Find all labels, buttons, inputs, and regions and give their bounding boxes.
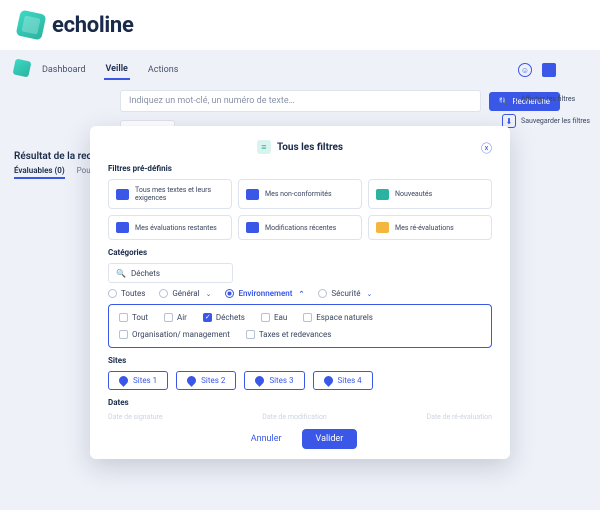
date-reeval: Date de ré-évaluation: [426, 413, 492, 421]
cat-securite[interactable]: Sécurité⌄: [318, 289, 372, 298]
validate-button[interactable]: Valider: [302, 429, 358, 449]
nav-veille[interactable]: Veille: [104, 60, 130, 80]
app-shell: Dashboard Veille Actions ☺ Indiquez un m…: [0, 50, 600, 510]
nav-dashboard[interactable]: Dashboard: [40, 61, 88, 79]
side-links: ⚙Afficher les filtres ⬇Sauvegarder les f…: [502, 92, 590, 128]
apps-icon[interactable]: [542, 63, 556, 77]
sliders-icon: ≡: [257, 140, 271, 154]
sub-eau[interactable]: Eau: [261, 313, 287, 322]
date-modification: Date de modification: [262, 413, 327, 421]
sub-organisation[interactable]: Organisation/ management: [119, 330, 230, 339]
chevron-up-icon: ⌃: [298, 290, 304, 298]
brand-bar: echoline: [0, 0, 600, 50]
preset-nonconform[interactable]: Mes non-conformités: [238, 179, 362, 209]
sub-tout[interactable]: Tout: [119, 313, 148, 322]
warn-icon: [246, 189, 259, 200]
chevron-down-icon: ⌄: [366, 290, 372, 298]
presets-label: Filtres pré-définis: [108, 164, 492, 173]
brand-name: echoline: [52, 13, 134, 38]
radio-icon: [318, 289, 327, 298]
radio-icon: [108, 289, 117, 298]
site-3[interactable]: Sites 3: [244, 371, 304, 390]
checkbox-icon: [303, 313, 312, 322]
date-signature: Date de signature: [108, 413, 163, 421]
search-input[interactable]: Indiquez un mot-clé, un numéro de texte…: [120, 90, 481, 112]
pin-icon: [322, 374, 335, 387]
sub-taxes[interactable]: Taxes et redevances: [246, 330, 332, 339]
refresh-icon: [376, 222, 389, 233]
close-icon[interactable]: ⓧ: [481, 140, 492, 156]
nav-actions[interactable]: Actions: [146, 61, 180, 79]
cat-toutes[interactable]: Toutes: [108, 289, 145, 298]
search-icon: 🔍: [116, 269, 126, 278]
edit-icon: [246, 222, 259, 233]
radio-icon: [159, 289, 168, 298]
sites-label: Sites: [108, 356, 492, 365]
pin-icon: [117, 374, 130, 387]
site-2[interactable]: Sites 2: [176, 371, 236, 390]
chevron-down-icon: ⌄: [206, 290, 212, 298]
checkbox-icon: [246, 330, 255, 339]
user-icon[interactable]: ☺: [518, 63, 532, 77]
category-search-input[interactable]: 🔍Déchets: [108, 263, 233, 283]
checkbox-icon: [119, 313, 128, 322]
categories-label: Catégories: [108, 248, 492, 257]
cat-environnement[interactable]: Environnement⌃: [225, 289, 304, 298]
app-logo-icon: [13, 59, 32, 78]
pin-icon: [253, 374, 266, 387]
show-filters-link[interactable]: ⚙Afficher les filtres: [502, 92, 590, 106]
preset-all-texts[interactable]: Tous mes textes et leurs exigences: [108, 179, 232, 209]
checkbox-icon: [261, 313, 270, 322]
preset-modif[interactable]: Modifications récentes: [238, 215, 362, 240]
subcategory-panel: Tout Air Déchets Eau Espace naturels Org…: [108, 304, 492, 348]
save-filters-link[interactable]: ⬇Sauvegarder les filtres: [502, 114, 590, 128]
pin-icon: [185, 374, 198, 387]
checkbox-icon: [164, 313, 173, 322]
doc-icon: [116, 189, 129, 200]
checkbox-icon: [119, 330, 128, 339]
sub-dechets[interactable]: Déchets: [203, 313, 245, 322]
checkbox-icon: [203, 313, 212, 322]
modal-title: Tous les filtres: [277, 142, 343, 153]
brand-logo-icon: [16, 10, 47, 41]
dates-label: Dates: [108, 398, 492, 407]
radio-icon: [225, 289, 234, 298]
preset-eval-rest[interactable]: Mes évaluations restantes: [108, 215, 232, 240]
sliders-icon: ⚙: [502, 92, 516, 106]
filters-modal: ≡ Tous les filtres ⓧ Filtres pré-définis…: [90, 126, 510, 459]
preset-reeval[interactable]: Mes ré-évaluations: [368, 215, 492, 240]
site-4[interactable]: Sites 4: [313, 371, 373, 390]
sub-espace[interactable]: Espace naturels: [303, 313, 373, 322]
new-icon: [376, 189, 389, 200]
preset-nouveautes[interactable]: Nouveautés: [368, 179, 492, 209]
top-nav: Dashboard Veille Actions ☺: [0, 56, 600, 88]
cancel-button[interactable]: Annuler: [243, 429, 290, 449]
tab-evaluables[interactable]: Évaluables (0): [14, 166, 65, 179]
site-1[interactable]: Sites 1: [108, 371, 168, 390]
cat-general[interactable]: Général⌄: [159, 289, 211, 298]
clipboard-icon: [116, 222, 129, 233]
sub-air[interactable]: Air: [164, 313, 187, 322]
